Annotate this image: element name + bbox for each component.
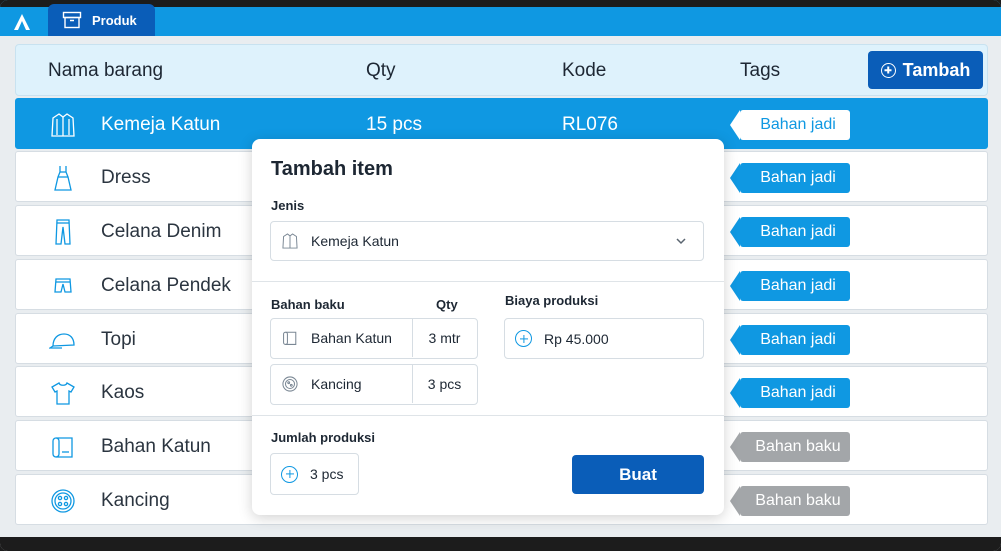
material-row: Bahan Katun 3 mtr [270,318,478,359]
tag-badge: Bahan jadi [730,110,850,140]
table-header: Nama barang Qty Kode Tags Tambah [15,44,988,96]
jumlah-value: 3 pcs [310,466,344,482]
add-item-button[interactable]: Tambah [868,51,983,89]
create-button-label: Buat [619,464,657,484]
header-name: Nama barang [48,60,164,81]
biaya-label: Biaya produksi [505,293,599,308]
row-name: Celana Pendek [101,275,231,296]
material-name-field[interactable]: Kancing [271,365,413,403]
tag-badge: Bahan baku [730,486,850,516]
cap-icon [49,333,75,349]
logo-icon [14,14,30,30]
button-icon [51,489,75,513]
material-qty-field[interactable]: 3 mtr [413,319,476,357]
biaya-input[interactable]: Rp 45.000 [504,318,704,359]
tab-produk[interactable]: Produk [48,4,155,36]
jenis-select[interactable]: Kemeja Katun [270,221,704,261]
tag-badge: Bahan jadi [730,217,850,247]
row-name: Kancing [101,490,170,511]
header-tags: Tags [740,60,781,81]
tag-label: Bahan baku [755,492,841,509]
material-row: Kancing 3 pcs [270,364,478,405]
tag-label: Bahan jadi [760,223,836,240]
material-name: Bahan Katun [311,330,392,346]
material-name-field[interactable]: Bahan Katun [271,319,413,357]
jumlah-label: Jumlah produksi [271,430,376,445]
row-name: Bahan Katun [101,436,211,457]
jeans-icon [55,219,71,245]
fabric-roll-icon [283,331,297,345]
fabric-roll-icon [52,437,73,458]
add-item-label: Tambah [902,59,971,80]
material-qty: 3 mtr [428,330,461,346]
row-qty: 15 pcs [366,114,422,135]
shirt-icon [282,233,298,249]
dialog-title: Tambah item [271,158,393,180]
qty-label: Qty [436,297,458,312]
shorts-icon [54,278,72,293]
row-name: Kemeja Katun [101,114,221,135]
plus-circle-icon [515,330,532,347]
material-name: Kancing [311,376,362,392]
row-name: Topi [101,329,136,350]
shirt-icon [51,113,75,137]
tab-label: Produk [92,12,137,28]
app-window: Produk Nama barang Qty Kode Tags Tambah … [0,0,1001,551]
button-icon [282,376,298,392]
chevron-down-icon [676,238,686,245]
divider [252,415,724,416]
material-qty: 3 pcs [427,376,462,392]
biaya-value: Rp 45.000 [544,330,609,347]
row-name: Kaos [101,382,145,403]
header-code: Kode [562,60,607,81]
jenis-label: Jenis [271,198,305,213]
tshirt-icon [51,382,75,405]
tag-label: Bahan jadi [760,384,836,401]
jenis-value: Kemeja Katun [311,233,399,249]
material-qty-field[interactable]: 3 pcs [413,365,476,403]
plus-circle-icon [281,465,298,483]
tag-badge: Bahan baku [730,432,850,462]
tag-label: Bahan jadi [760,277,836,294]
divider [252,281,724,282]
box-icon [62,11,82,29]
create-button[interactable]: Buat [572,455,704,494]
plus-circle-icon [880,62,896,78]
tag-badge: Bahan jadi [730,163,850,193]
top-bar: Produk [0,0,1001,36]
header-qty: Qty [366,60,396,81]
tag-badge: Bahan jadi [730,325,850,355]
tag-label: Bahan jadi [760,331,836,348]
bottom-edge [0,537,1001,551]
tag-label: Bahan jadi [760,116,836,133]
tag-badge: Bahan jadi [730,271,850,301]
row-name: Celana Denim [101,221,222,242]
row-name: Dress [101,167,151,188]
tag-label: Bahan jadi [760,169,836,186]
bahan-baku-label: Bahan baku [271,297,345,312]
add-item-dialog: Tambah item Jenis Kemeja Katun Bahan bak… [252,139,724,515]
tag-label: Bahan baku [755,438,841,455]
jumlah-input[interactable]: 3 pcs [270,453,359,495]
tag-badge: Bahan jadi [730,378,850,408]
dress-icon [54,166,72,191]
row-code: RL076 [562,114,618,135]
